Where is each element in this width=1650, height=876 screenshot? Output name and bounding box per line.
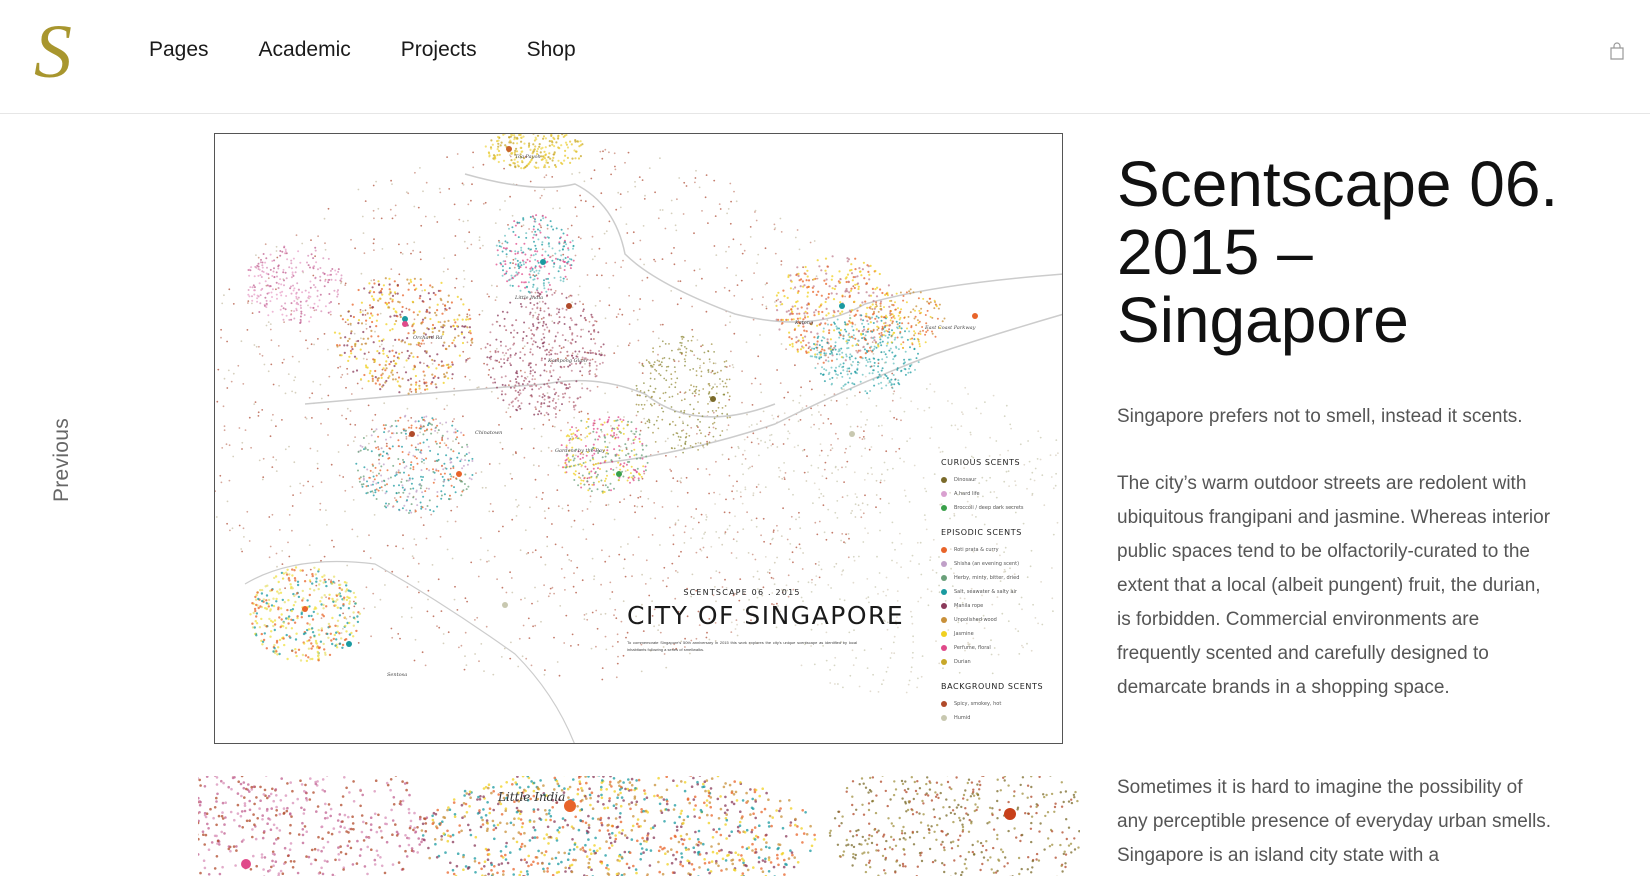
legend-label: A hard life	[954, 491, 980, 497]
article-title: Scentscape 06. 2015 – Singapore	[1117, 148, 1559, 356]
legend-item: Dinosaur	[941, 473, 1051, 487]
map-place-label: Toa Payoh	[515, 154, 541, 160]
site-logo[interactable]: S	[34, 14, 72, 90]
map-place-label: Little India	[497, 790, 565, 804]
map-place-label: Sentosa	[387, 672, 407, 678]
legend-item: A hard life	[941, 487, 1051, 501]
legend-item: Humid	[941, 711, 1051, 725]
nav-item-shop[interactable]: Shop	[527, 38, 576, 62]
legend-heading-background: BACKGROUND SCENTS	[941, 682, 1044, 691]
legend-item: Manila rope	[941, 599, 1051, 613]
nav-item-pages[interactable]: Pages	[149, 38, 209, 62]
legend-label: Manila rope	[954, 603, 984, 609]
legend-label: Jasmine	[954, 631, 974, 637]
legend-swatch	[941, 645, 947, 651]
legend-label: Salt, seawater & salty air	[954, 589, 1017, 595]
legend-item: Spicy, smokey, hot	[941, 697, 1051, 711]
legend-label: Broccoli / deep dark secrets	[954, 505, 1024, 511]
scentscape-map-poster[interactable]: Toa Payoh Little India Orchard Rd Kampong G…	[214, 133, 1063, 744]
legend-label: Unpolished wood	[954, 617, 997, 623]
map-place-label: Orchard Rd	[413, 335, 443, 341]
map-place-label: East Coast Parkway	[924, 325, 976, 331]
article-paragraph: Sometimes it is hard to imagine the poss…	[1117, 777, 1552, 866]
legend-item: Herby, minty, bitter, dried	[941, 571, 1051, 585]
legend-label: Perfume, floral	[954, 645, 991, 651]
legend-swatch	[941, 589, 947, 595]
legend-swatch	[941, 701, 947, 707]
legend-label: Dinosaur	[954, 477, 977, 483]
poster-title-block: SCENTSCAPE 06 . 2015 CITY OF SINGAPORE T…	[627, 588, 905, 653]
legend-item: Shisha (an evening scent)	[941, 557, 1051, 571]
map-detail-illustration: Little India	[198, 776, 1080, 876]
legend-label: Roti prata & curry	[954, 547, 999, 553]
legend-swatch	[941, 715, 947, 721]
legend-label: Shisha (an evening scent)	[954, 561, 1020, 567]
legend-label: Humid	[954, 715, 971, 721]
legend-swatch	[941, 491, 947, 497]
legend-swatch	[941, 477, 947, 483]
legend-swatch	[941, 631, 947, 637]
site-header: S Pages Academic Projects Shop	[0, 0, 1650, 114]
legend-item: Perfume, floral	[941, 641, 1051, 655]
legend-label: Herby, minty, bitter, dried	[954, 575, 1020, 581]
article-paragraph: The city’s warm outdoor streets are redo…	[1117, 473, 1551, 698]
map-place-label: Katong	[794, 320, 813, 326]
legend-item: Roti prata & curry	[941, 543, 1051, 557]
map-place-label: Little India	[514, 295, 543, 301]
poster-legend: CURIOUS SCENTS Dinosaur A hard life Brocco…	[941, 458, 1051, 725]
poster-subtitle: SCENTSCAPE 06 . 2015	[683, 588, 801, 597]
legend-item: Broccoli / deep dark secrets	[941, 501, 1051, 515]
legend-item: Durian	[941, 655, 1051, 669]
legend-swatch	[941, 617, 947, 623]
legend-label: Durian	[954, 659, 971, 665]
map-detail-image[interactable]: Little India	[198, 776, 1080, 876]
legend-swatch	[941, 659, 947, 665]
legend-swatch	[941, 505, 947, 511]
legend-item: Jasmine	[941, 627, 1051, 641]
map-place-label: Kampong Glam	[547, 358, 587, 364]
shopping-bag-icon[interactable]	[1610, 42, 1624, 60]
legend-heading-episodic: EPISODIC SCENTS	[941, 528, 1022, 537]
poster-title: CITY OF SINGAPORE	[627, 601, 905, 630]
nav-item-academic[interactable]: Academic	[259, 38, 351, 62]
legend-swatch	[941, 603, 947, 609]
legend-swatch	[941, 575, 947, 581]
nav-item-projects[interactable]: Projects	[401, 38, 477, 62]
map-place-label: Gardens by the Bay	[555, 448, 605, 454]
legend-swatch	[941, 547, 947, 553]
main-nav: Pages Academic Projects Shop	[149, 38, 626, 62]
legend-item: Unpolished wood	[941, 613, 1051, 627]
map-place-label: Chinatown	[475, 430, 502, 436]
previous-link[interactable]: Previous	[50, 418, 74, 502]
poster-description: To commemorate Singapore's 50th annivers…	[627, 640, 857, 652]
legend-label: Spicy, smokey, hot	[954, 701, 1002, 707]
legend-heading-curious: CURIOUS SCENTS	[941, 458, 1021, 467]
article-intro: Singapore prefers not to smell, instead …	[1117, 406, 1523, 427]
legend-swatch	[941, 561, 947, 567]
legend-item: Salt, seawater & salty air	[941, 585, 1051, 599]
